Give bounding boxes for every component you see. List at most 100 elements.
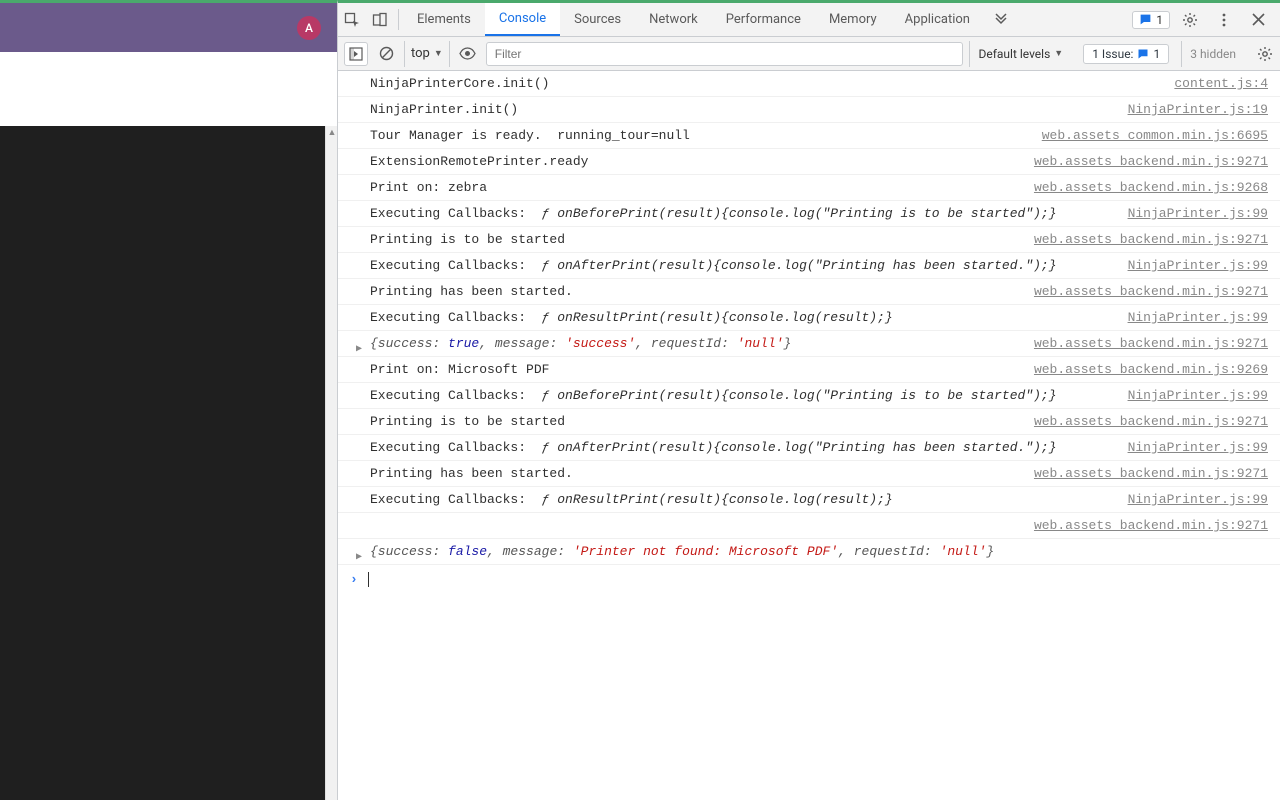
console-message: Executing Callbacks: ƒ onResultPrint(res… [370,305,893,330]
log-levels-label: Default levels [978,47,1050,61]
console-message: Executing Callbacks: ƒ onAfterPrint(resu… [370,435,1057,460]
app-header: A [0,0,337,52]
vertical-scrollbar[interactable]: ▲ [325,126,337,800]
hidden-messages-link[interactable]: 3 hidden [1181,41,1244,67]
console-message: Printing is to be started [370,227,565,252]
toggle-sidebar-icon[interactable] [344,42,368,66]
scroll-up-arrow-icon[interactable]: ▲ [327,127,337,139]
console-log-area: NinjaPrinterCore.init()content.js:4Ninja… [338,71,1280,592]
issues-chip-top-count: 1 [1156,13,1163,27]
source-link[interactable]: web.assets_backend.min.js:9268 [1022,175,1268,200]
console-message: NinjaPrinter.init() [370,97,518,122]
devtools-tabstrip: Elements Console Sources Network Perform… [338,3,1280,37]
console-settings-gear-icon[interactable] [1250,42,1274,66]
console-row: ▶{success: true, message: 'success', req… [338,331,1280,357]
app-dark-panel [0,126,325,800]
app-blank-area [0,52,337,126]
console-row: Print on: Microsoft PDF web.assets_backen… [338,357,1280,383]
tabs-overflow-icon[interactable] [984,3,1018,36]
console-row: ▶{success: false, message: 'Printer not … [338,539,1280,565]
source-link[interactable]: NinjaPrinter.js:99 [1116,253,1268,278]
source-link[interactable]: web.assets_backend.min.js:9271 [1022,513,1268,538]
settings-gear-icon[interactable] [1176,12,1204,28]
console-row: web.assets_backend.min.js:9271 [338,513,1280,539]
disclosure-triangle-icon[interactable]: ▶ [356,545,362,570]
console-message: {success: false, message: 'Printer not f… [370,539,994,564]
issues-chip[interactable]: 1 Issue: 1 [1083,44,1169,64]
console-row: Printing has been started. web.assets_bac… [338,461,1280,487]
console-row: NinjaPrinterCore.init() content.js:4 [338,71,1280,97]
console-message: Executing Callbacks: ƒ onBeforePrint(res… [370,201,1057,226]
console-message: Printing is to be started [370,409,565,434]
chevron-down-icon: ▼ [434,48,443,59]
source-link[interactable]: web.assets_backend.min.js:9271 [1022,279,1268,304]
source-link[interactable]: NinjaPrinter.js:99 [1116,383,1268,408]
context-label: top [411,46,430,61]
console-message: {success: true, message: 'success', requ… [370,331,791,356]
close-devtools-icon[interactable] [1244,13,1272,26]
console-message: Print on: Microsoft PDF [370,357,549,382]
source-link[interactable]: NinjaPrinter.js:99 [1116,487,1268,512]
console-row: Executing Callbacks: ƒ onAfterPrint(resu… [338,435,1280,461]
console-row: Executing Callbacks: ƒ onBeforePrint(res… [338,201,1280,227]
clear-console-icon[interactable] [374,42,398,66]
source-link[interactable]: web.assets_backend.min.js:9271 [1022,331,1268,356]
avatar[interactable]: A [297,16,321,40]
console-row: Tour Manager is ready. running_tour=null… [338,123,1280,149]
source-link[interactable]: web.assets_backend.min.js:9271 [1022,227,1268,252]
source-link[interactable]: content.js:4 [1162,71,1268,96]
console-message: Printing has been started. [370,461,573,486]
source-link[interactable]: web.assets_backend.min.js:9271 [1022,461,1268,486]
log-levels-selector[interactable]: Default levels ▼ [969,41,1071,67]
console-message: Printing has been started. [370,279,573,304]
issues-chip-top[interactable]: 1 [1132,11,1170,29]
console-row: Executing Callbacks: ƒ onResultPrint(res… [338,487,1280,513]
context-selector[interactable]: top ▼ [404,41,450,67]
console-row: NinjaPrinter.init() NinjaPrinter.js:19 [338,97,1280,123]
source-link[interactable]: web.assets_backend.min.js:9271 [1022,149,1268,174]
source-link[interactable]: web.assets_backend.min.js:9269 [1022,357,1268,382]
tab-network[interactable]: Network [635,3,712,36]
inspect-element-icon[interactable] [338,3,366,36]
chat-bubble-icon [1139,13,1152,26]
console-row: ExtensionRemotePrinter.ready web.assets_b… [338,149,1280,175]
issues-chip-count: 1 [1153,47,1160,61]
device-toolbar-icon[interactable] [366,3,394,36]
tab-sources[interactable]: Sources [560,3,635,36]
console-message: Executing Callbacks: ƒ onResultPrint(res… [370,487,893,512]
source-link[interactable]: web.assets_common.min.js:6695 [1030,123,1268,148]
live-expression-eye-icon[interactable] [456,42,480,66]
filter-input[interactable] [486,42,964,66]
source-link[interactable]: web.assets_backend.min.js:9271 [1022,409,1268,434]
console-row: Printing is to be started web.assets_back… [338,227,1280,253]
console-row: Executing Callbacks: ƒ onAfterPrint(resu… [338,253,1280,279]
console-message: Executing Callbacks: ƒ onBeforePrint(res… [370,383,1057,408]
tab-performance[interactable]: Performance [712,3,815,36]
devtools-panel: Elements Console Sources Network Perform… [337,0,1280,800]
source-link[interactable]: NinjaPrinter.js:99 [1116,201,1268,226]
console-message: NinjaPrinterCore.init() [370,71,549,96]
console-message: ExtensionRemotePrinter.ready [370,149,588,174]
source-link[interactable]: NinjaPrinter.js:99 [1116,435,1268,460]
tab-elements[interactable]: Elements [403,3,485,36]
console-toolbar: top ▼ Default levels ▼ 1 Issue: 1 3 hidd… [338,37,1280,71]
console-row: Executing Callbacks: ƒ onBeforePrint(res… [338,383,1280,409]
chevron-down-icon: ▼ [1054,48,1063,59]
prompt-arrow-icon: › [350,567,368,592]
console-row: Executing Callbacks: ƒ onResultPrint(res… [338,305,1280,331]
console-row: Printing is to be started web.assets_back… [338,409,1280,435]
console-message: Print on: zebra [370,175,487,200]
source-link[interactable]: NinjaPrinter.js:19 [1116,97,1268,122]
console-row: Print on: zebra web.assets_backend.min.js… [338,175,1280,201]
console-message: Executing Callbacks: ƒ onAfterPrint(resu… [370,253,1057,278]
console-prompt[interactable]: › [338,565,1280,592]
source-link[interactable]: NinjaPrinter.js:99 [1116,305,1268,330]
console-message: Tour Manager is ready. running_tour=null [370,123,690,148]
kebab-menu-icon[interactable] [1210,13,1238,27]
text-cursor [368,572,369,587]
avatar-letter: A [305,21,313,35]
tab-console[interactable]: Console [485,3,560,36]
chat-bubble-icon [1137,48,1149,60]
tab-memory[interactable]: Memory [815,3,891,36]
tab-application[interactable]: Application [891,3,984,36]
